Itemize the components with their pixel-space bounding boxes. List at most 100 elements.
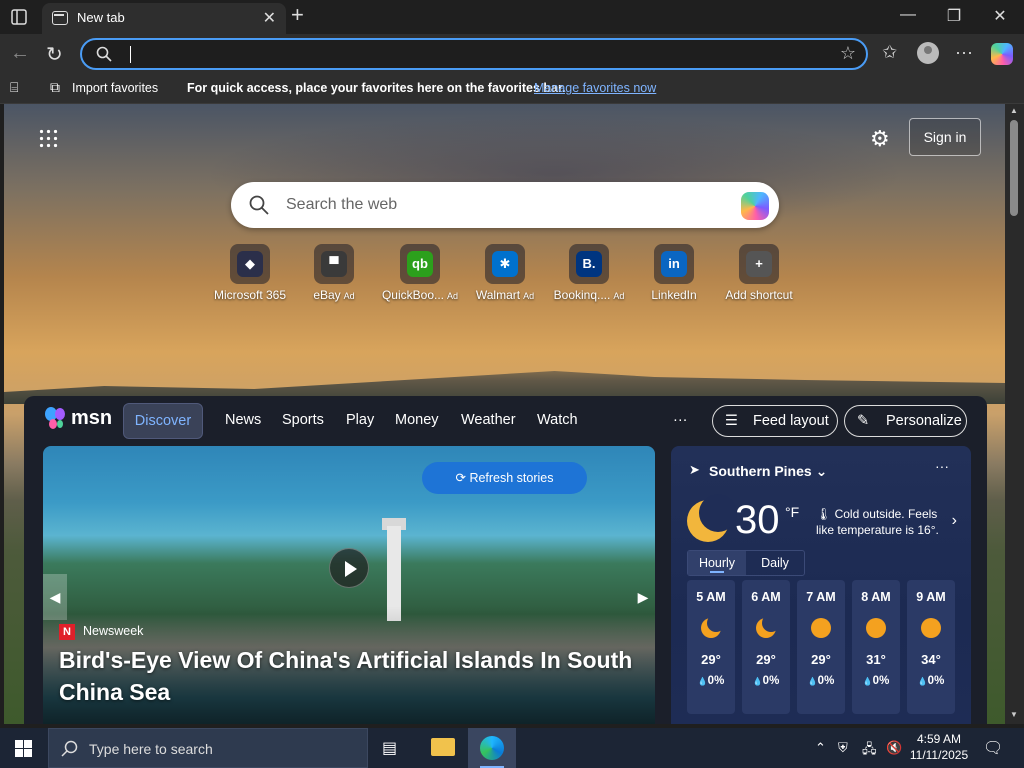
shortcut-label: Bookinq.... Ad <box>546 288 632 302</box>
scroll-down-icon[interactable]: ▼ <box>1010 710 1018 719</box>
shortcut-tile[interactable]: + Add shortcut <box>716 244 802 302</box>
shortcut-tile[interactable]: in LinkedIn <box>631 244 717 302</box>
shortcut-tile[interactable]: B. Bookinq.... Ad <box>546 244 632 302</box>
windows-start-icon[interactable] <box>15 740 32 757</box>
shortcut-tile-frame: in <box>654 244 694 284</box>
new-tab-page: ⚙ Sign in Search the web ◆ Microsoft 365 ▀… <box>4 104 1005 724</box>
sun-icon <box>866 618 886 638</box>
close-window-icon[interactable]: ✕ <box>990 6 1010 26</box>
task-view-icon[interactable]: ▤ <box>382 738 397 758</box>
personalize-button[interactable]: ✎ Personalize <box>844 405 967 437</box>
hour-temp: 29° <box>701 652 721 667</box>
hour-forecast-item[interactable]: 6 AM 29° 💧0% <box>742 580 790 714</box>
hour-forecast-item[interactable]: 5 AM 29° 💧0% <box>687 580 735 714</box>
scroll-up-icon[interactable]: ▲ <box>1010 106 1018 115</box>
weather-card[interactable]: ➤ Southern Pines ⌄ ··· 30 °F 🌡 Cold outs… <box>671 446 971 724</box>
temperature-unit[interactable]: °F <box>785 504 799 520</box>
tab-discover[interactable]: Discover <box>123 403 203 439</box>
tab-sports[interactable]: Sports <box>282 412 324 428</box>
hour-forecast-item[interactable]: 9 AM 34° 💧0% <box>907 580 955 714</box>
settings-gear-icon[interactable]: ⚙ <box>870 126 890 152</box>
ad-badge: Ad <box>613 291 625 301</box>
copilot-icon[interactable] <box>741 192 769 220</box>
tab-play[interactable]: Play <box>346 412 374 428</box>
tab-hourly[interactable]: Hourly <box>688 551 746 575</box>
refresh-stories-button[interactable]: ⟳ Refresh stories <box>422 462 587 494</box>
shortcut-label: Add shortcut <box>716 288 802 302</box>
hour-precip: 💧0% <box>687 675 735 687</box>
hour-time: 7 AM <box>806 590 836 604</box>
tab-watch[interactable]: Watch <box>537 412 578 428</box>
shortcut-tile-frame: B. <box>569 244 609 284</box>
favorite-star-icon[interactable]: ☆ <box>840 43 856 64</box>
more-options-icon[interactable]: ··· <box>955 42 973 63</box>
next-story-icon[interactable]: ▶ <box>631 574 655 620</box>
chevron-right-icon[interactable]: › <box>952 512 957 530</box>
hour-precip-value: 0% <box>872 675 890 687</box>
new-tab-plus-icon[interactable]: + <box>291 2 304 28</box>
play-video-icon[interactable] <box>329 548 369 588</box>
sidebar-toggle-icon[interactable]: ⌸ <box>10 79 18 96</box>
network-icon[interactable]: 🖧 <box>862 740 877 762</box>
show-hidden-icons[interactable]: ⌃ <box>815 740 826 756</box>
system-clock[interactable]: 4:59 AM 11/11/2025 <box>909 731 969 763</box>
weather-more-icon[interactable]: ··· <box>935 458 949 474</box>
background-mountains <box>4 371 1005 404</box>
taskbar: Type here to search ▤ ⌃ ⛨ 🖧 🔇 4:59 AM 11… <box>0 728 1024 768</box>
edge-taskbar-button[interactable] <box>468 728 516 768</box>
shortcut-label-text: Microsoft 365 <box>213 288 287 302</box>
hero-story-card[interactable]: ⟳ Refresh stories ◀ ▶ N Newsweek Bird's-… <box>43 446 655 724</box>
search-icon <box>249 195 269 215</box>
hour-forecast-item[interactable]: 7 AM 29° 💧0% <box>797 580 845 714</box>
back-icon[interactable]: ← <box>10 42 30 65</box>
raindrop-icon: 💧 <box>752 677 763 686</box>
microsoft365-icon: ◆ <box>237 251 263 277</box>
taskbar-search-box[interactable]: Type here to search <box>48 728 368 768</box>
feed-layout-button[interactable]: ☰ Feed layout <box>712 405 838 437</box>
more-tabs-icon[interactable]: ··· <box>673 412 688 428</box>
copilot-icon[interactable] <box>991 43 1013 65</box>
shortcut-tile-frame: ◆ <box>230 244 270 284</box>
profile-avatar[interactable] <box>917 42 939 64</box>
close-tab-icon[interactable]: ✕ <box>263 8 276 28</box>
navigation-bar: ← ↻ ☆ ✩ ··· <box>0 34 1024 74</box>
security-alert-icon[interactable]: ⛨ <box>838 740 848 756</box>
notifications-icon[interactable]: 🗨 <box>983 738 1003 758</box>
tab-daily[interactable]: Daily <box>746 551 804 575</box>
shortcut-tile[interactable]: ▀ eBay Ad <box>291 244 377 302</box>
page-scrollbar[interactable]: ▲ ▼ <box>1005 104 1024 724</box>
shortcut-label-text: LinkedIn <box>651 288 697 302</box>
hour-forecast-item[interactable]: 8 AM 31° 💧0% <box>852 580 900 714</box>
weather-note: 🌡 Cold outside. Feels like temperature i… <box>816 506 946 538</box>
minimize-icon[interactable]: — <box>898 6 918 24</box>
shortcut-label-text: eBay <box>313 288 341 302</box>
sign-in-button[interactable]: Sign in <box>909 118 981 156</box>
tab-actions-icon[interactable] <box>10 8 28 26</box>
refresh-icon[interactable]: ↻ <box>46 42 63 67</box>
tab-new-tab[interactable]: New tab ✕ <box>42 3 286 34</box>
import-favorites-button[interactable]: Import favorites <box>72 81 158 95</box>
shortcut-tile[interactable]: ✱ Walmart Ad <box>462 244 548 302</box>
address-bar[interactable]: ☆ <box>80 38 868 70</box>
ad-badge: Ad <box>523 291 535 301</box>
hour-precip: 💧0% <box>797 675 845 687</box>
app-launcher-icon[interactable] <box>38 128 58 148</box>
previous-story-icon[interactable]: ◀ <box>43 574 67 620</box>
scrollbar-thumb[interactable] <box>1010 120 1018 216</box>
file-explorer-icon[interactable] <box>431 738 455 756</box>
story-headline[interactable]: Bird's-Eye View Of China's Artificial Is… <box>59 644 639 708</box>
web-search-box[interactable]: Search the web <box>231 182 779 228</box>
manage-favorites-link[interactable]: Manage favorites now <box>534 81 656 95</box>
volume-muted-icon[interactable]: 🔇 <box>886 740 902 756</box>
restore-icon[interactable]: ❐ <box>944 6 964 26</box>
weather-location[interactable]: Southern Pines ⌄ <box>709 463 827 480</box>
tab-money[interactable]: Money <box>395 412 439 428</box>
tab-weather[interactable]: Weather <box>461 412 516 428</box>
clock-date: 11/11/2025 <box>909 748 969 762</box>
tab-news[interactable]: News <box>225 412 261 428</box>
shortcut-tile[interactable]: ◆ Microsoft 365 <box>207 244 293 302</box>
shortcut-tile[interactable]: qb QuickBoo... Ad <box>377 244 463 302</box>
favorites-icon[interactable]: ✩ <box>882 42 897 63</box>
story-source: Newsweek <box>83 624 144 638</box>
weather-location-name: Southern Pines <box>709 463 812 479</box>
